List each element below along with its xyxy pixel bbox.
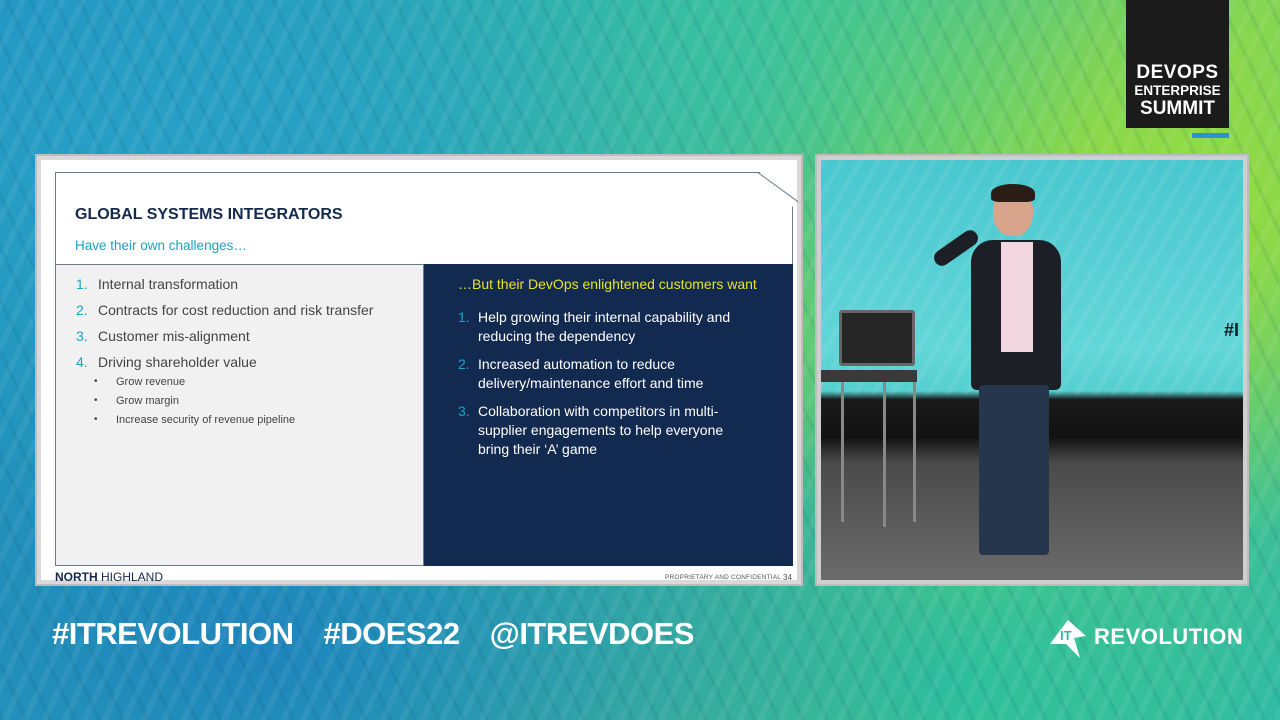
stage-screen-text: #I: [1223, 320, 1239, 340]
customer-wants-heading: …But their DevOps enlightened customers …: [458, 276, 757, 292]
it-revolution-logo: IT REVOLUTION: [1046, 614, 1243, 660]
list-item: • Increase security of revenue pipeline: [94, 414, 296, 426]
svg-text:IT: IT: [1060, 628, 1072, 643]
badge-line-3: SUMMIT: [1140, 98, 1215, 119]
speaker-video: #I: [821, 160, 1243, 580]
north-highland-logo: NORTH HIGHLAND: [55, 570, 164, 584]
badge-accent-bar: [1192, 133, 1229, 138]
list-item: 3. Customer mis-alignment: [76, 328, 250, 344]
devops-summit-badge: DEVOPS ENTERPRISE SUMMIT: [1126, 0, 1229, 128]
slide-frame: GLOBAL SYSTEMS INTEGRATORS Have their ow…: [35, 154, 803, 586]
chair-leg: [841, 382, 844, 522]
handle-itrevdoes: @ITREVDOES: [489, 616, 695, 651]
badge-line-2: ENTERPRISE: [1134, 82, 1221, 98]
badge-line-1: DEVOPS: [1136, 61, 1219, 83]
hashtag-does22: #DOES22: [323, 616, 461, 651]
speaker-legs: [979, 385, 1049, 555]
list-item: • Grow margin: [94, 395, 179, 407]
it-revolution-wordmark: REVOLUTION: [1094, 624, 1244, 649]
list-item: 2. Increased automation to reduce delive…: [458, 356, 704, 391]
slide-page-number: 34: [783, 573, 792, 582]
chair-leg: [913, 382, 916, 522]
list-item: 3. Collaboration with competitors in mul…: [458, 403, 724, 457]
stage-chair-seat: [821, 370, 917, 382]
slide-subtitle: Have their own challenges…: [75, 238, 247, 253]
customer-wants-list: 1. Help growing their internal capabilit…: [458, 308, 758, 468]
customer-wants-panel: …But their DevOps enlightened customers …: [424, 264, 793, 566]
shareholder-subitems: • Grow revenue • Grow margin • Increase …: [94, 375, 295, 432]
confidential-label: PROPRIETARY AND CONFIDENTIAL: [665, 574, 782, 581]
stage-chair: [839, 310, 915, 366]
list-item: 2. Contracts for cost reduction and risk…: [76, 302, 374, 318]
list-item: 1. Help growing their internal capabilit…: [458, 309, 731, 344]
hashtag-itrevolution: #ITREVOLUTION: [52, 616, 294, 651]
slide-title: GLOBAL SYSTEMS INTEGRATORS: [75, 206, 343, 223]
list-item: 4. Driving shareholder value: [76, 354, 257, 370]
speaker-hair: [991, 184, 1035, 202]
presentation-slide: GLOBAL SYSTEMS INTEGRATORS Have their ow…: [41, 160, 799, 584]
list-item: • Grow revenue: [94, 376, 186, 388]
event-hashtags: #ITREVOLUTION #DOES22 @ITREVDOES: [52, 616, 694, 652]
speaker-video-frame: #I: [815, 154, 1249, 586]
challenges-panel: 1. Internal transformation 2. Contracts …: [55, 264, 424, 566]
list-item: 1. Internal transformation: [76, 276, 239, 292]
it-revolution-mark-icon: IT: [1046, 614, 1092, 660]
speaker-shirt: [1001, 242, 1033, 352]
chair-leg: [883, 382, 886, 527]
challenges-list: 1. Internal transformation 2. Contracts …: [76, 275, 373, 379]
